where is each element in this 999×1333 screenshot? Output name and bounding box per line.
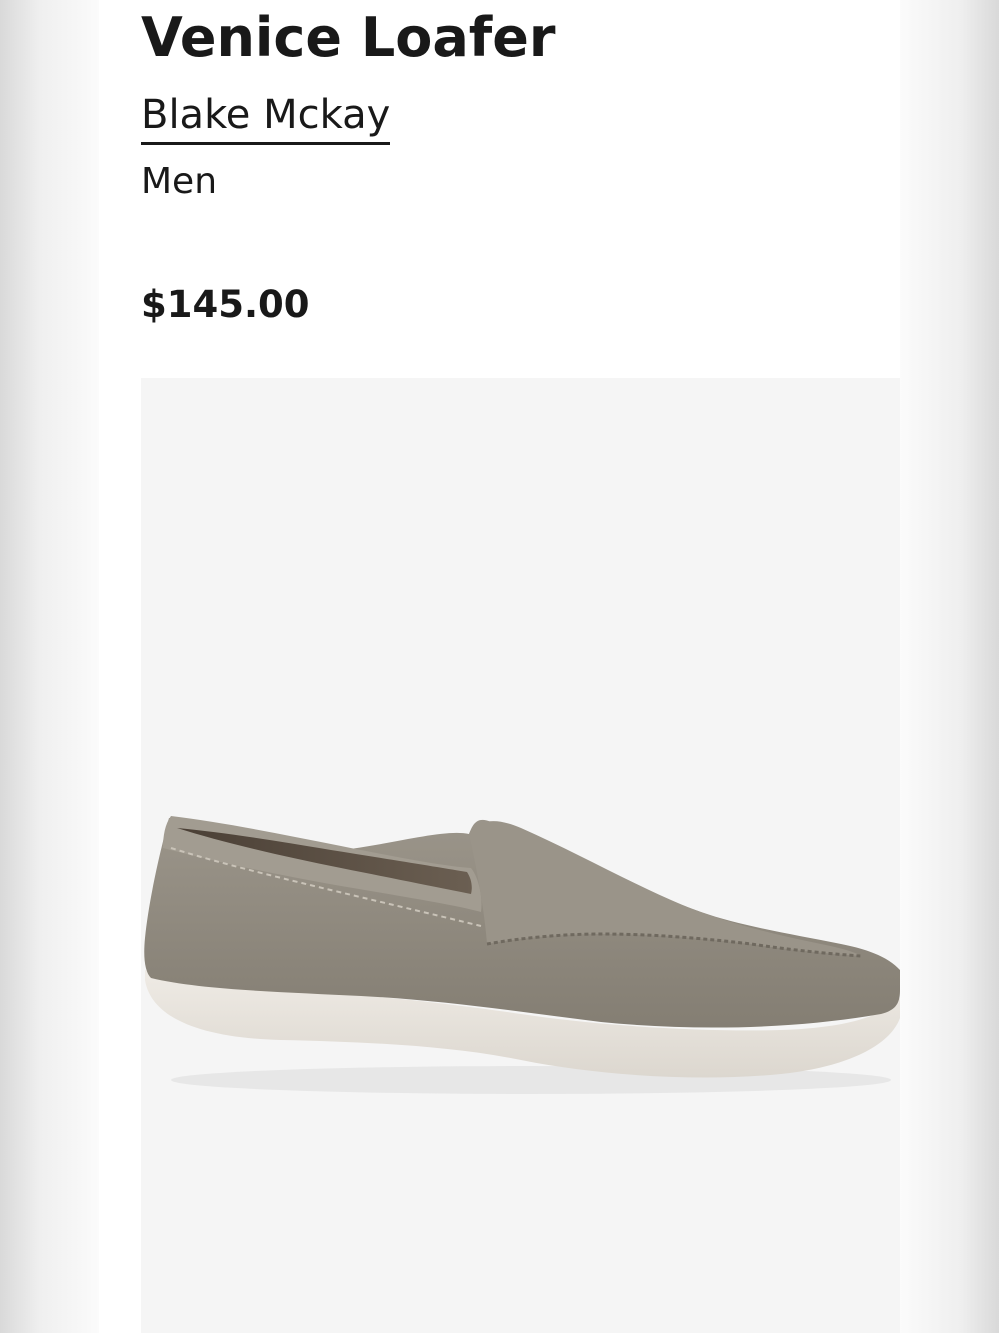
product-category: Men — [141, 161, 218, 202]
product-title: Venice Loafer — [141, 6, 556, 69]
product-price: $145.00 — [141, 283, 310, 326]
product-image[interactable] — [141, 378, 900, 1333]
brand-link[interactable]: Blake Mckay — [141, 88, 391, 145]
product-panel: Venice Loafer Blake Mckay Men $145.00 — [99, 0, 900, 1333]
loafer-illustration — [144, 816, 900, 1094]
